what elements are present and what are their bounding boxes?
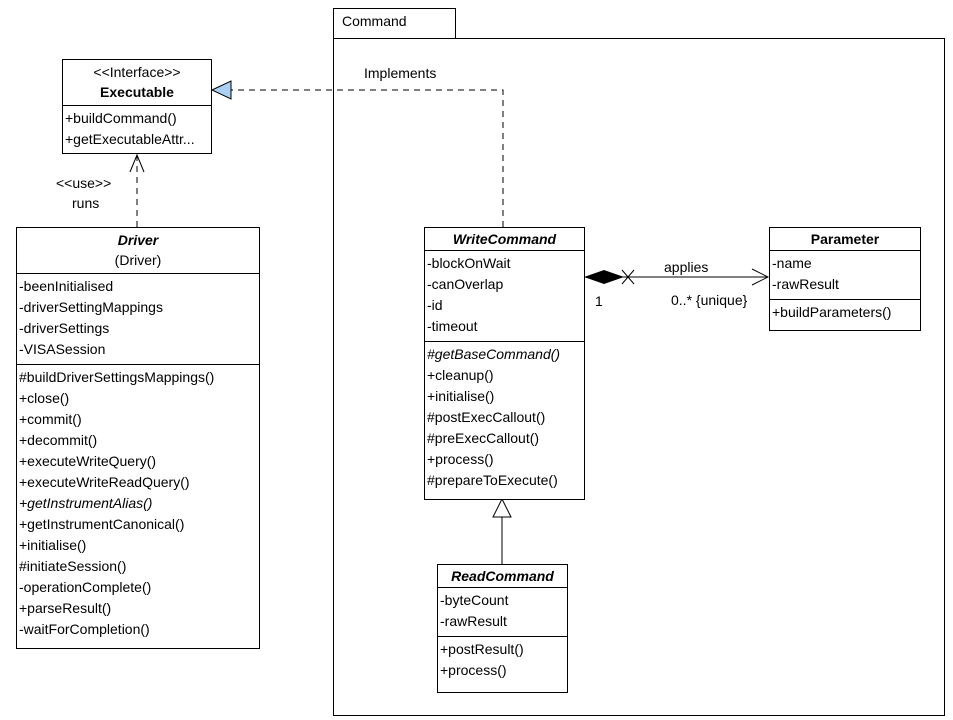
method: +getExecutableAttr... bbox=[65, 131, 195, 147]
class-subtitle: (Driver) bbox=[114, 252, 162, 268]
method: +parseResult() bbox=[19, 600, 112, 616]
class-read-command[interactable]: ReadCommand -byteCount -rawResult +postRe… bbox=[437, 564, 568, 693]
method: #getBaseCommand() bbox=[427, 346, 561, 362]
attribute: -canOverlap bbox=[427, 276, 504, 292]
method: +cleanup() bbox=[427, 367, 494, 383]
composition-diamond bbox=[584, 270, 624, 284]
attribute: -name bbox=[772, 255, 812, 271]
applies-label: applies bbox=[664, 259, 709, 275]
attribute: -driverSettings bbox=[19, 320, 110, 336]
method: +process() bbox=[440, 662, 507, 678]
method: #prepareToExecute() bbox=[427, 472, 558, 488]
class-name: Driver bbox=[117, 232, 159, 248]
attribute: -id bbox=[427, 297, 443, 313]
class-header: <<Interface>> Executable bbox=[63, 60, 211, 106]
runs-label: runs bbox=[72, 195, 100, 211]
methods-compartment: +buildCommand() +getExecutableAttr... bbox=[63, 106, 211, 154]
attributes-compartment: -name -rawResult bbox=[770, 251, 920, 300]
method: #postExecCallout() bbox=[427, 409, 546, 425]
method: +initialise() bbox=[427, 388, 495, 404]
method: -waitForCompletion() bbox=[19, 621, 150, 637]
class-header: WriteCommand bbox=[425, 228, 584, 251]
methods-compartment: +postResult() +process() bbox=[438, 637, 567, 685]
attribute: -VISASession bbox=[19, 341, 106, 357]
class-header: Driver (Driver) bbox=[17, 228, 259, 274]
use-stereotype-label: <<use>> bbox=[56, 175, 112, 191]
method: +buildCommand() bbox=[65, 110, 177, 126]
class-name: Executable bbox=[100, 84, 174, 100]
class-name: ReadCommand bbox=[451, 568, 554, 584]
method: +commit() bbox=[19, 411, 82, 427]
generalization-arrow bbox=[492, 497, 512, 518]
method: +postResult() bbox=[440, 641, 524, 657]
methods-compartment: +buildParameters() bbox=[770, 300, 920, 327]
realization-line bbox=[230, 89, 504, 227]
attribute: -blockOnWait bbox=[427, 255, 511, 271]
attribute: -driverSettingMappings bbox=[19, 299, 163, 315]
implements-label: Implements bbox=[364, 65, 437, 81]
attribute: -byteCount bbox=[440, 592, 509, 608]
method: +executeWriteReadQuery() bbox=[19, 474, 190, 490]
attributes-compartment: -beenInitialised -driverSettingMappings -d… bbox=[17, 274, 259, 365]
class-header: Parameter bbox=[770, 228, 920, 251]
method: +getInstrumentCanonical() bbox=[19, 516, 185, 532]
methods-compartment: #buildDriverSettingsMappings() +close() +c… bbox=[17, 365, 259, 644]
method: +buildParameters() bbox=[772, 304, 892, 320]
attribute: -rawResult bbox=[772, 276, 839, 292]
class-executable[interactable]: <<Interface>> Executable +buildCommand() +… bbox=[62, 59, 212, 154]
method: +decommit() bbox=[19, 432, 98, 448]
class-header: ReadCommand bbox=[438, 565, 567, 588]
method: +getInstrumentAlias() bbox=[19, 495, 153, 511]
method: +executeWriteQuery() bbox=[19, 453, 157, 469]
class-write-command[interactable]: WriteCommand -blockOnWait -canOverlap -id -… bbox=[424, 227, 585, 500]
methods-compartment: #getBaseCommand() +cleanup() +initialise()… bbox=[425, 342, 584, 495]
realization-arrow bbox=[210, 80, 232, 100]
method: #preExecCallout() bbox=[427, 430, 540, 446]
class-driver[interactable]: Driver (Driver) -beenInitialised -driverSe… bbox=[16, 227, 260, 649]
attribute: -timeout bbox=[427, 318, 478, 334]
multiplicity-source: 1 bbox=[595, 293, 603, 309]
attributes-compartment: -byteCount -rawResult bbox=[438, 588, 567, 637]
attributes-compartment: -blockOnWait -canOverlap -id -timeout bbox=[425, 251, 584, 342]
method: +close() bbox=[19, 390, 70, 406]
stereotype: <<Interface>> bbox=[93, 64, 181, 80]
class-name: Parameter bbox=[810, 231, 880, 247]
class-name: WriteCommand bbox=[452, 231, 557, 247]
method: -operationComplete() bbox=[19, 579, 152, 595]
method: +initialise() bbox=[19, 537, 87, 553]
method: #buildDriverSettingsMappings() bbox=[19, 369, 215, 385]
attribute: -rawResult bbox=[440, 613, 507, 629]
method: +process() bbox=[427, 451, 494, 467]
class-parameter[interactable]: Parameter -name -rawResult +buildParamete… bbox=[769, 227, 921, 331]
multiplicity-target: 0..* {unique} bbox=[671, 292, 748, 308]
method: #initiateSession() bbox=[19, 558, 127, 574]
attribute: -beenInitialised bbox=[19, 278, 114, 294]
